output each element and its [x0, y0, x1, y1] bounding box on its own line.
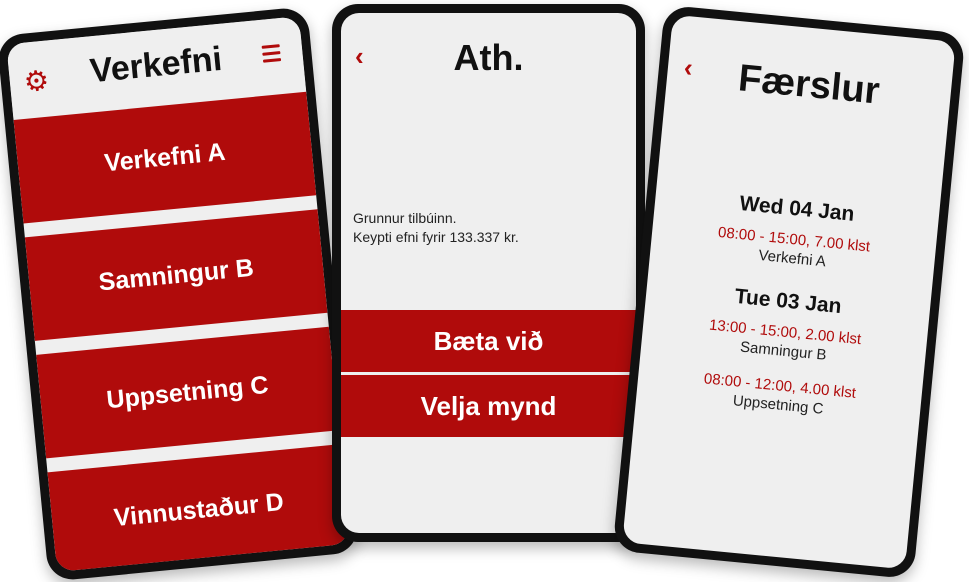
project-list: Verkefni A Samningur B Uppsetning C Vinn… [13, 91, 350, 572]
phone-notes: ‹ Ath. Grunnur tilbúinn. Keypti efni fyr… [332, 4, 645, 542]
phone-projects: ⚙ Verkefni Verkefni A Samningur B Uppset… [0, 6, 360, 582]
note-line-2: Keypti efni fyrir 133.337 kr. [353, 229, 519, 245]
entries-list: Wed 04 Jan 08:00 - 15:00, 7.00 klst Verk… [634, 184, 940, 450]
note-text[interactable]: Grunnur tilbúinn. Keypti efni fyrir 133.… [353, 209, 519, 247]
notes-screen: ‹ Ath. Grunnur tilbúinn. Keypti efni fyr… [341, 13, 636, 533]
page-title: Verkefni [88, 39, 224, 91]
page-title: Færslur [736, 57, 882, 113]
project-item-d[interactable]: Vinnustaður D [47, 444, 350, 572]
page-title: Ath. [453, 37, 524, 78]
list-item[interactable]: 08:00 - 12:00, 4.00 klst Uppsetning C [636, 363, 922, 428]
choose-image-button[interactable]: Velja mynd [341, 375, 636, 437]
entries-screen: ‹ Færslur Wed 04 Jan 08:00 - 15:00, 7.00… [622, 14, 956, 570]
projects-screen: ⚙ Verkefni Verkefni A Samningur B Uppset… [6, 16, 350, 572]
project-item-c[interactable]: Uppsetning C [36, 326, 339, 459]
project-item-b[interactable]: Samningur B [24, 209, 328, 341]
menu-icon[interactable] [261, 44, 282, 63]
phone-entries: ‹ Færslur Wed 04 Jan 08:00 - 15:00, 7.00… [612, 4, 966, 580]
day-group: Tue 03 Jan 13:00 - 15:00, 2.00 klst Samn… [636, 276, 931, 428]
day-group: Wed 04 Jan 08:00 - 15:00, 7.00 klst Verk… [650, 184, 939, 282]
entries-header: ‹ Færslur [664, 15, 956, 138]
notes-header: ‹ Ath. [341, 13, 636, 93]
note-line-1: Grunnur tilbúinn. [353, 210, 457, 226]
add-button[interactable]: Bæta við [341, 310, 636, 372]
